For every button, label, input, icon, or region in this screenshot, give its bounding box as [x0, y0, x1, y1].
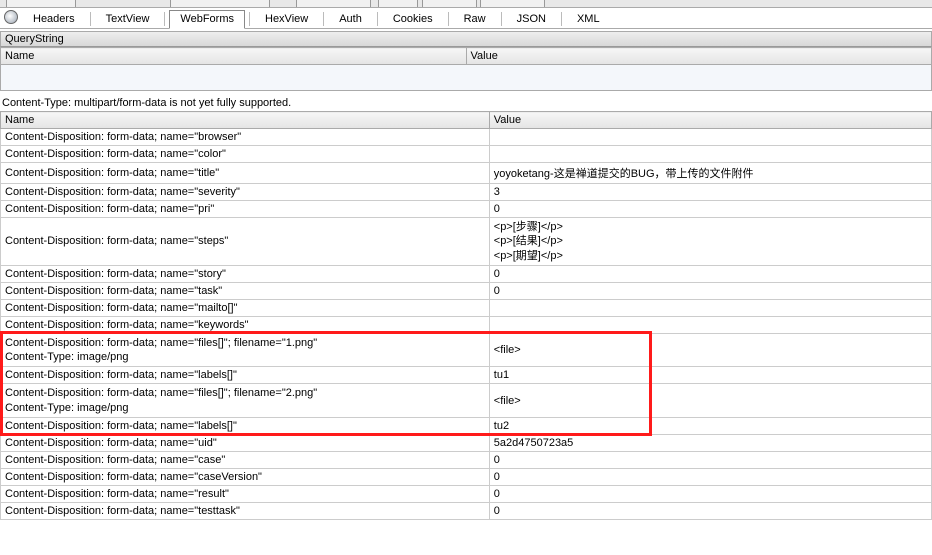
cell-name[interactable]: Content-Disposition: form-data; name="co…	[1, 146, 490, 163]
cell-name[interactable]: Content-Disposition: form-data; name="te…	[1, 503, 490, 520]
table-row[interactable]: Content-Disposition: form-data; name="fi…	[1, 333, 932, 367]
toolbar-button[interactable]	[378, 0, 418, 7]
cell-value[interactable]: 0	[489, 265, 931, 282]
table-row[interactable]: Content-Disposition: form-data; name="ti…	[1, 163, 932, 184]
table-row[interactable]: Content-Disposition: form-data; name="ui…	[1, 435, 932, 452]
cell-value[interactable]: tu2	[489, 418, 931, 435]
cell-name[interactable]: Content-Disposition: form-data; name="la…	[1, 367, 490, 384]
cell-name[interactable]: Content-Disposition: form-data; name="ti…	[1, 163, 490, 184]
formdata-header-value[interactable]: Value	[489, 112, 931, 129]
cell-value[interactable]: <file>	[489, 333, 931, 367]
querystring-body[interactable]	[0, 65, 932, 91]
table-row[interactable]: Content-Disposition: form-data; name="ca…	[1, 469, 932, 486]
formdata-table: Name Value Content-Disposition: form-dat…	[0, 111, 932, 520]
toolbar-button[interactable]	[422, 0, 477, 7]
cell-name[interactable]: Content-Disposition: form-data; name="ui…	[1, 435, 490, 452]
cell-value[interactable]: tu1	[489, 367, 931, 384]
tab-headers[interactable]: Headers	[22, 10, 86, 28]
cell-name[interactable]: Content-Disposition: form-data; name="st…	[1, 218, 490, 266]
cell-name[interactable]: Content-Disposition: form-data; name="ke…	[1, 316, 490, 333]
table-row[interactable]: Content-Disposition: form-data; name="se…	[1, 184, 932, 201]
cell-value[interactable]: 0	[489, 452, 931, 469]
formdata-header-name[interactable]: Name	[1, 112, 490, 129]
cell-name[interactable]: Content-Disposition: form-data; name="la…	[1, 418, 490, 435]
tab-json[interactable]: JSON	[506, 10, 557, 28]
cell-value[interactable]	[489, 316, 931, 333]
cell-value[interactable]: 0	[489, 469, 931, 486]
table-row[interactable]: Content-Disposition: form-data; name="te…	[1, 503, 932, 520]
content-type-warning: Content-Type: multipart/form-data is not…	[0, 95, 932, 111]
table-row[interactable]: Content-Disposition: form-data; name="la…	[1, 367, 932, 384]
tab-raw[interactable]: Raw	[453, 10, 497, 28]
tab-auth[interactable]: Auth	[328, 10, 373, 28]
tab-textview[interactable]: TextView	[95, 10, 161, 28]
table-row[interactable]: Content-Disposition: form-data; name="st…	[1, 265, 932, 282]
cell-name[interactable]: Content-Disposition: form-data; name="fi…	[1, 384, 490, 418]
toolbar-partial	[0, 0, 932, 8]
tab-hexview[interactable]: HexView	[254, 10, 319, 28]
inspector-tabs: Headers TextView WebForms HexView Auth Cookie…	[0, 8, 932, 29]
cell-value[interactable]	[489, 146, 931, 163]
querystring-table: Name Value	[0, 47, 932, 65]
cell-value[interactable]: 0	[489, 201, 931, 218]
cell-name[interactable]: Content-Disposition: form-data; name="ca…	[1, 469, 490, 486]
querystring-header-row: Name Value	[1, 48, 932, 65]
table-row[interactable]: Content-Disposition: form-data; name="ta…	[1, 282, 932, 299]
table-row[interactable]: Content-Disposition: form-data; name="co…	[1, 146, 932, 163]
cell-name[interactable]: Content-Disposition: form-data; name="ta…	[1, 282, 490, 299]
table-row[interactable]: Content-Disposition: form-data; name="ma…	[1, 299, 932, 316]
querystring-title: QueryString	[0, 31, 932, 47]
cell-name[interactable]: Content-Disposition: form-data; name="re…	[1, 486, 490, 503]
cell-value[interactable]: <p>[步骤]</p> <p>[结果]</p> <p>[期望]</p>	[489, 218, 931, 266]
tab-cookies[interactable]: Cookies	[382, 10, 444, 28]
table-row[interactable]: Content-Disposition: form-data; name="ca…	[1, 452, 932, 469]
toolbar-button[interactable]	[6, 0, 76, 7]
toolbar-button[interactable]	[170, 0, 270, 7]
cell-name[interactable]: Content-Disposition: form-data; name="pr…	[1, 201, 490, 218]
table-row[interactable]: Content-Disposition: form-data; name="br…	[1, 129, 932, 146]
cell-value[interactable]: <file>	[489, 384, 931, 418]
cell-value[interactable]: 5a2d4750723a5	[489, 435, 931, 452]
cell-value[interactable]: 3	[489, 184, 931, 201]
toolbar-button[interactable]	[296, 0, 371, 7]
cell-value[interactable]	[489, 129, 931, 146]
cell-name[interactable]: Content-Disposition: form-data; name="fi…	[1, 333, 490, 367]
querystring-header-name[interactable]: Name	[1, 48, 467, 65]
cell-name[interactable]: Content-Disposition: form-data; name="ma…	[1, 299, 490, 316]
cell-name[interactable]: Content-Disposition: form-data; name="br…	[1, 129, 490, 146]
table-row[interactable]: Content-Disposition: form-data; name="ke…	[1, 316, 932, 333]
inspector-icon	[4, 10, 18, 24]
table-row[interactable]: Content-Disposition: form-data; name="la…	[1, 418, 932, 435]
cell-value[interactable]	[489, 299, 931, 316]
cell-name[interactable]: Content-Disposition: form-data; name="st…	[1, 265, 490, 282]
cell-name[interactable]: Content-Disposition: form-data; name="ca…	[1, 452, 490, 469]
tab-webforms[interactable]: WebForms	[169, 10, 245, 29]
querystring-header-value[interactable]: Value	[466, 48, 932, 65]
cell-value[interactable]: 0	[489, 282, 931, 299]
toolbar-button[interactable]	[480, 0, 545, 7]
cell-value[interactable]: 0	[489, 503, 931, 520]
formdata-wrap: Name Value Content-Disposition: form-dat…	[0, 111, 932, 520]
table-row[interactable]: Content-Disposition: form-data; name="fi…	[1, 384, 932, 418]
formdata-header-row: Name Value	[1, 112, 932, 129]
cell-name[interactable]: Content-Disposition: form-data; name="se…	[1, 184, 490, 201]
cell-value[interactable]: yoyoketang-这是禅道提交的BUG，带上传的文件附件	[489, 163, 931, 184]
table-row[interactable]: Content-Disposition: form-data; name="st…	[1, 218, 932, 266]
table-row[interactable]: Content-Disposition: form-data; name="pr…	[1, 201, 932, 218]
table-row[interactable]: Content-Disposition: form-data; name="re…	[1, 486, 932, 503]
cell-value[interactable]: 0	[489, 486, 931, 503]
tab-xml[interactable]: XML	[566, 10, 611, 28]
